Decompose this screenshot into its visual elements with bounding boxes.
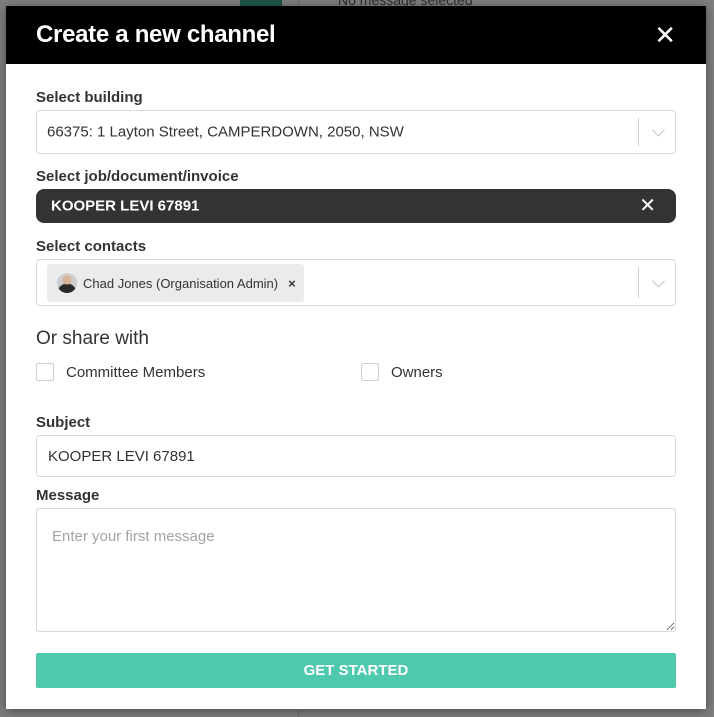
contact-tag-name: Chad Jones (Organisation Admin) <box>83 275 279 291</box>
modal-header: Create a new channel ✕ <box>6 6 706 64</box>
owners-label[interactable]: Owners <box>391 364 443 381</box>
contact-remove-icon[interactable]: × <box>288 276 296 291</box>
create-channel-modal: Create a new channel ✕ Select building 6… <box>6 6 706 709</box>
chevron-down-icon[interactable] <box>652 274 665 288</box>
select-separator <box>638 267 639 298</box>
job-selected-pill[interactable]: KOOPER LEVI 67891 ✕ <box>36 189 676 223</box>
job-clear-icon[interactable]: ✕ <box>639 193 656 218</box>
select-separator <box>638 118 639 146</box>
committee-members-label[interactable]: Committee Members <box>66 364 205 381</box>
job-label: Select job/document/invoice <box>36 168 239 185</box>
share-with-heading: Or share with <box>36 328 149 349</box>
avatar <box>57 273 77 293</box>
building-select[interactable]: 66375: 1 Layton Street, CAMPERDOWN, 2050… <box>36 110 676 154</box>
contact-tag: Chad Jones (Organisation Admin) × <box>47 264 304 302</box>
contacts-select[interactable]: Chad Jones (Organisation Admin) × <box>36 259 676 306</box>
get-started-button[interactable]: GET STARTED <box>36 653 676 688</box>
subject-input[interactable] <box>36 435 676 477</box>
building-select-value: 66375: 1 Layton Street, CAMPERDOWN, 2050… <box>47 123 404 141</box>
contacts-label: Select contacts <box>36 238 147 255</box>
modal-title: Create a new channel <box>36 21 276 48</box>
committee-members-checkbox[interactable] <box>36 363 54 381</box>
close-icon[interactable]: ✕ <box>654 22 676 48</box>
share-option-owners[interactable]: Owners <box>361 363 443 381</box>
building-label: Select building <box>36 89 143 106</box>
subject-label: Subject <box>36 414 91 431</box>
job-selected-value: KOOPER LEVI 67891 <box>51 197 200 215</box>
share-option-committee[interactable]: Committee Members <box>36 363 205 381</box>
owners-checkbox[interactable] <box>361 363 379 381</box>
chevron-down-icon[interactable] <box>652 123 665 137</box>
message-label: Message <box>36 487 100 504</box>
message-textarea[interactable] <box>36 508 676 632</box>
